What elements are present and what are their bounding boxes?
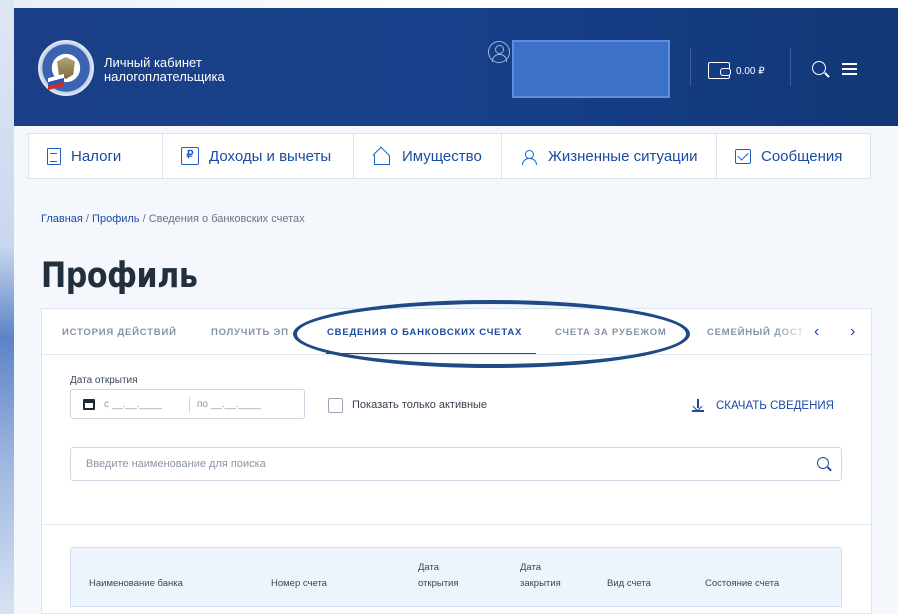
tab-get-signature[interactable]: ПОЛУЧИТЬ ЭП [211,327,289,338]
nav-item-messages[interactable]: Сообщения [717,134,870,178]
redacted-user-name[interactable] [512,40,670,98]
nav-item-label: Жизненные ситуации [548,147,698,165]
accounts-table-header: Наименование банка Номер счета Дата откр… [70,547,842,607]
breadcrumb-home[interactable]: Главная [41,213,83,225]
flag-icon [48,73,64,91]
date-to-input[interactable]: по __.__.____ [197,399,261,410]
header-divider [790,48,791,86]
column-header-close-date[interactable]: Дата закрытия [520,562,561,590]
column-header-account-status[interactable]: Состояние счета [705,578,779,590]
nav-item-taxes[interactable]: Налоги [29,134,163,178]
envelope-icon [735,148,751,164]
search-input[interactable]: Введите наименование для поиска [70,447,842,481]
date-separator [189,397,190,413]
document-icon [47,147,61,165]
date-range-field: с __.__.____ по __.__.____ [70,389,305,419]
date-from-input[interactable]: с __.__.____ [104,399,162,410]
column-header-account-type[interactable]: Вид счета [607,578,651,590]
fns-logo-icon[interactable] [38,40,94,96]
header-divider [690,48,691,86]
nav-item-label: Имущество [402,147,482,165]
wallet-icon[interactable] [708,62,731,79]
person-icon [520,147,538,165]
nav-item-property[interactable]: Имущество [354,134,502,178]
column-header-bank[interactable]: Наименование банка [89,578,183,590]
page-title: Профиль [41,256,198,296]
site-title-line1: Личный кабинет [104,55,202,70]
site-title-line2: налогоплательщика [104,69,225,84]
site-title[interactable]: Личный кабинет налогоплательщика [104,56,225,84]
nav-item-life-situations[interactable]: Жизненные ситуации [502,134,717,178]
download-button[interactable]: СКАЧАТЬ СВЕДЕНИЯ [692,399,834,412]
download-label: СКАЧАТЬ СВЕДЕНИЯ [716,399,834,412]
tab-foreign-accounts[interactable]: СЧЕТА ЗА РУБЕЖОМ [555,327,667,338]
column-header-open-date[interactable]: Дата открытия [418,562,459,590]
site-header: Личный кабинет налогоплательщика 0.00 ₽ [14,8,898,126]
nav-item-label: Доходы и вычеты [209,147,332,165]
section-divider [41,524,872,525]
download-icon [692,399,704,412]
active-tab-indicator [326,353,536,354]
active-only-label[interactable]: Показать только активные [352,399,487,411]
tab-action-history[interactable]: ИСТОРИЯ ДЕЙСТВИЙ [62,327,177,338]
calendar-icon[interactable] [83,399,95,410]
breadcrumb: Главная / Профиль / Сведения о банковски… [41,213,305,225]
main-nav: Налоги ₽ Доходы и вычеты Имущество Жизне… [28,133,871,179]
active-only-checkbox[interactable] [328,398,343,413]
search-placeholder: Введите наименование для поиска [86,458,266,470]
background-strip [0,0,14,614]
date-filter-label: Дата открытия [70,375,138,386]
column-header-account-number[interactable]: Номер счета [271,578,327,590]
search-icon[interactable] [817,457,829,469]
house-icon [372,148,392,165]
nav-item-label: Сообщения [761,147,843,165]
nav-item-income[interactable]: ₽ Доходы и вычеты [163,134,354,178]
breadcrumb-profile[interactable]: Профиль [92,213,140,225]
browser-page: Личный кабинет налогоплательщика 0.00 ₽ … [14,8,898,614]
tab-fade [772,319,812,349]
balance-amount[interactable]: 0.00 ₽ [736,66,765,77]
ruble-icon: ₽ [181,147,199,165]
menu-icon[interactable] [842,63,857,75]
tabs-prev-arrow-icon[interactable]: ‹ [814,323,819,341]
breadcrumb-current: Сведения о банковских счетах [148,213,305,225]
tabs-next-arrow-icon[interactable]: › [850,323,855,341]
user-icon[interactable] [488,41,510,63]
tab-bank-accounts[interactable]: СВЕДЕНИЯ О БАНКОВСКИХ СЧЕТАХ [327,327,522,338]
nav-item-label: Налоги [71,147,122,165]
breadcrumb-separator: / [82,213,93,225]
search-icon[interactable] [812,61,826,75]
tab-bar: ИСТОРИЯ ДЕЙСТВИЙ ПОЛУЧИТЬ ЭП СВЕДЕНИЯ О … [42,309,871,355]
breadcrumb-separator: / [139,213,149,225]
